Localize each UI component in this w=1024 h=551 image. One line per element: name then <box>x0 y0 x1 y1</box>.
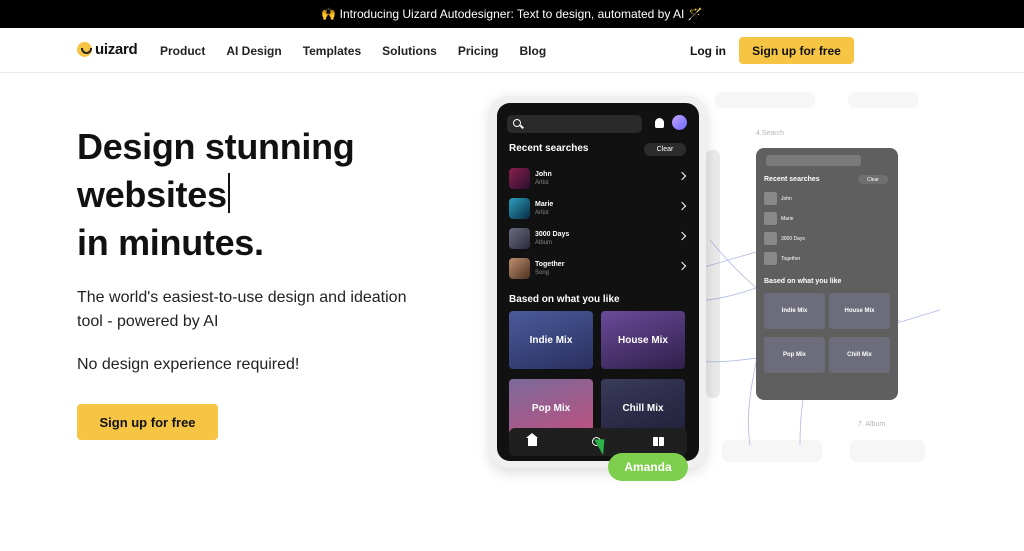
thumbnail <box>509 257 530 279</box>
ghost-screen <box>848 92 918 108</box>
uizard-logo-icon <box>77 42 92 57</box>
preview-tile: Pop Mix <box>764 337 825 373</box>
based-on-title: Based on what you like <box>509 294 620 305</box>
list-item[interactable]: Marie Artist <box>509 195 689 221</box>
clear-button[interactable]: Clear <box>644 143 686 156</box>
list-item-subtitle: Artist <box>535 179 549 186</box>
logo[interactable]: uizard <box>77 41 138 58</box>
list-item-title: 3000 Days <box>535 230 570 238</box>
preview-thumb <box>764 232 777 245</box>
list-item-subtitle: Song <box>535 269 550 276</box>
headline-line-2: websites <box>77 171 457 219</box>
list-item[interactable]: John Artist <box>509 165 689 191</box>
chevron-right-icon <box>677 201 687 211</box>
preview-tile: House Mix <box>829 293 890 329</box>
preview-based-title: Based on what you like <box>764 278 842 285</box>
nav-product[interactable]: Product <box>160 44 205 58</box>
chevron-right-icon <box>677 171 687 181</box>
preview-thumb <box>764 252 777 265</box>
bell-icon[interactable] <box>655 118 664 128</box>
hero-subtitle: The world's easiest-to-use design and id… <box>77 289 407 330</box>
headline-typed-word: websites <box>77 174 227 215</box>
list-item-title: Marie <box>535 200 554 208</box>
hero-signup-button[interactable]: Sign up for free <box>77 404 218 440</box>
preview-row: John <box>764 192 889 205</box>
list-item-subtitle: Artist <box>535 209 549 216</box>
text-cursor <box>227 173 230 213</box>
preview-row-label: 3000 Days <box>781 235 805 242</box>
preview-row: Together <box>764 252 889 265</box>
preview-row-label: Together <box>781 255 801 262</box>
list-item-title: Together <box>535 260 565 268</box>
thumbnail <box>509 227 530 249</box>
logo-text: uizard <box>95 41 138 58</box>
home-icon[interactable] <box>526 433 538 446</box>
hero-headline: Design stunning websites in minutes. <box>77 123 457 267</box>
search-bar[interactable] <box>507 115 642 133</box>
indie-mix-tile[interactable]: Indie Mix <box>509 311 593 369</box>
nav-blog[interactable]: Blog <box>520 44 547 58</box>
phone-screen: Recent searches Clear John Artist Marie Ar… <box>497 103 699 461</box>
avatar[interactable] <box>672 115 687 130</box>
preview-phone: Recent searches Clear John Marie 3000 Da… <box>756 148 898 400</box>
preview-row: 3000 Days <box>764 232 889 245</box>
preview-thumb <box>764 192 777 205</box>
preview-tile: Chill Mix <box>829 337 890 373</box>
headline-line-1: Design stunning <box>77 126 355 167</box>
preview-recent-title: Recent searches <box>764 176 820 183</box>
list-item[interactable]: 3000 Days Album <box>509 225 689 251</box>
list-item-subtitle: Album <box>535 239 553 246</box>
phone-mockup: Recent searches Clear John Artist Marie Ar… <box>490 96 706 468</box>
login-link[interactable]: Log in <box>690 44 726 58</box>
preview-row-label: John <box>781 195 792 202</box>
ghost-screen <box>715 92 815 108</box>
preview-tile: Indie Mix <box>764 293 825 329</box>
thumbnail <box>509 167 530 189</box>
announcement-bar[interactable]: 🙌 Introducing Uizard Autodesigner: Text … <box>0 0 1024 28</box>
search-icon <box>513 119 521 127</box>
nav-pricing[interactable]: Pricing <box>458 44 499 58</box>
nav-ai-design[interactable]: AI Design <box>226 44 281 58</box>
preview-search-bar <box>766 155 861 166</box>
hero-subtitle-2: No design experience required! <box>77 356 300 373</box>
library-icon[interactable] <box>653 437 664 446</box>
screen-label-search: 4.Search <box>756 130 785 137</box>
thumbnail <box>509 197 530 219</box>
nav-links: Product AI Design Templates Solutions Pr… <box>160 44 546 58</box>
house-mix-tile[interactable]: House Mix <box>601 311 685 369</box>
nav-signup-button[interactable]: Sign up for free <box>739 37 854 64</box>
collaborator-cursor-label: Amanda <box>608 453 688 481</box>
recent-searches-title: Recent searches <box>509 143 589 154</box>
chevron-right-icon <box>677 261 687 271</box>
list-item[interactable]: Together Song <box>509 255 689 281</box>
nav-solutions[interactable]: Solutions <box>382 44 437 58</box>
announcement-text[interactable]: 🙌 Introducing Uizard Autodesigner: Text … <box>321 7 702 21</box>
top-nav: uizard Product AI Design Templates Solut… <box>0 28 1024 73</box>
headline-line-3: in minutes. <box>77 222 264 263</box>
preview-row: Marie <box>764 212 889 225</box>
list-item-title: John <box>535 170 552 178</box>
chevron-right-icon <box>677 231 687 241</box>
preview-clear-button: Clear <box>858 175 888 184</box>
nav-templates[interactable]: Templates <box>303 44 361 58</box>
preview-row-label: Marie <box>781 215 794 222</box>
preview-thumb <box>764 212 777 225</box>
